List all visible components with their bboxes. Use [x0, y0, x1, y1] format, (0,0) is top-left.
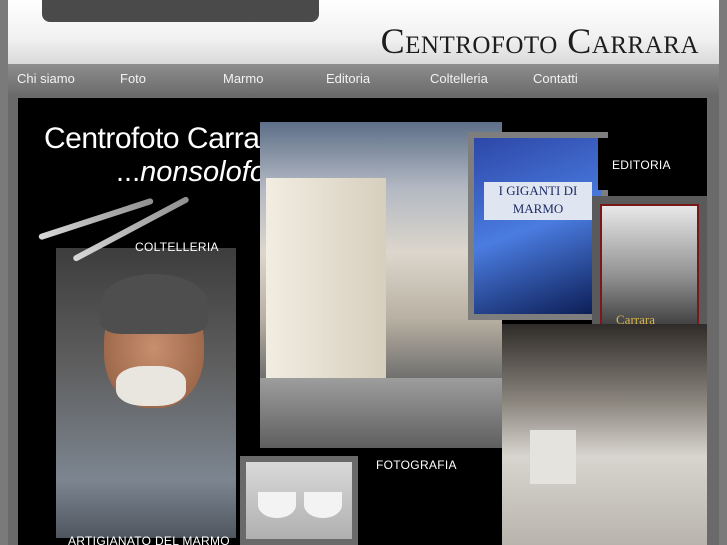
bowl-right	[304, 492, 342, 518]
nav-item-chi-siamo[interactable]: Chi siamo	[17, 71, 75, 86]
marble-block	[530, 430, 576, 484]
quarry-wall	[266, 178, 386, 378]
knife-image[interactable]	[38, 197, 154, 241]
site-title: Centrofoto Carrara	[380, 21, 699, 61]
book-giganti-cover[interactable]: I GIGANTI DI MARMO	[468, 132, 608, 320]
worker-mask	[116, 366, 186, 406]
editoria-link[interactable]: EDITORIA	[612, 158, 671, 172]
book-cover: I GIGANTI DI MARMO	[474, 138, 602, 314]
brand-title: Centrofoto Carrara	[44, 122, 286, 155]
bowl-left	[258, 492, 296, 518]
nav-item-marmo[interactable]: Marmo	[223, 71, 263, 86]
artigianato-link[interactable]: ARTIGIANATO DEL MARMO	[68, 534, 230, 545]
main-nav: Chi siamo Foto Marmo Editoria Coltelleri…	[8, 64, 719, 94]
fotografia-link[interactable]: FOTOGRAFIA	[376, 458, 457, 472]
nav-item-editoria[interactable]: Editoria	[326, 71, 370, 86]
collage: Centrofoto Carrara ...nonsolofoto COLTEL…	[18, 98, 707, 545]
marble-bowls-photo[interactable]	[240, 456, 358, 545]
site-header: Centrofoto Carrara	[8, 0, 719, 64]
coltelleria-link[interactable]: COLTELLERIA	[135, 240, 219, 254]
main-content: Centrofoto Carrara ...nonsolofoto COLTEL…	[8, 94, 719, 545]
book-title: I GIGANTI DI MARMO	[484, 182, 592, 220]
worker-hat-top	[100, 274, 208, 334]
quarry-water	[260, 378, 502, 448]
tagline-prefix: ...	[116, 156, 141, 188]
nav-item-foto[interactable]: Foto	[120, 71, 146, 86]
carrara-photo: Carrara	[600, 204, 699, 338]
nav-item-contatti[interactable]: Contatti	[533, 71, 578, 86]
nav-item-coltelleria[interactable]: Coltelleria	[430, 71, 488, 86]
header-bar	[42, 0, 319, 22]
bowls-image	[246, 462, 352, 539]
